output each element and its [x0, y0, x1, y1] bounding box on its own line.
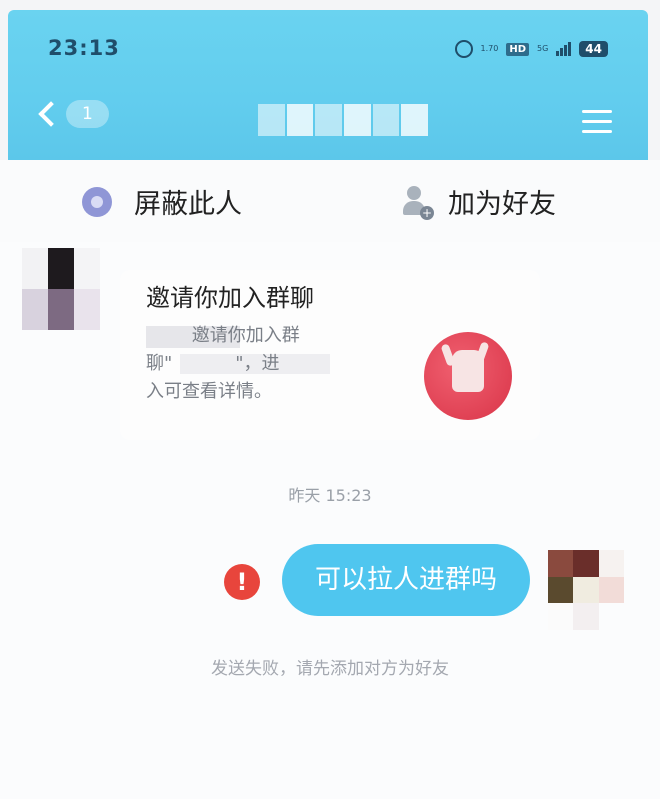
add-friend-icon: + — [402, 185, 434, 220]
add-friend-button[interactable]: + 加为好友 — [402, 182, 556, 221]
net-speed: 1.70 — [480, 44, 499, 53]
error-icon[interactable]: ! — [224, 564, 260, 600]
group-invite-card[interactable]: 邀请你加入群聊 邀请你加入群 聊" "，进 入可查看详情。 — [120, 270, 540, 440]
network-type: 5G — [537, 44, 549, 53]
block-user-button[interactable]: 屏蔽此人 — [82, 182, 242, 221]
chevron-left-icon — [38, 101, 64, 127]
menu-icon[interactable] — [582, 110, 612, 140]
alarm-icon — [454, 40, 473, 58]
chat-area[interactable]: 邀请你加入群聊 邀请你加入群 聊" "，进 入可查看详情。 昨天 15:23 !… — [0, 242, 660, 799]
chat-title-redacted — [258, 104, 429, 136]
back-button[interactable]: 1 — [38, 100, 109, 128]
status-icons: 1.70 HD 5G 44 — [454, 40, 608, 58]
send-failure-notice: 发送失败，请先添加对方为好友 — [211, 659, 449, 679]
hand-icon — [452, 350, 484, 392]
stranger-action-bar: 屏蔽此人 + 加为好友 — [0, 160, 660, 242]
signal-icon — [556, 42, 572, 56]
battery-level: 44 — [579, 41, 608, 57]
hd-badge: HD — [506, 42, 529, 56]
group-avatar — [424, 332, 512, 420]
chat-header: 23:13 1.70 HD 5G 44 1 — [8, 10, 648, 160]
status-time: 23:13 — [48, 36, 120, 60]
block-icon — [82, 186, 112, 217]
invite-title: 邀请你加入群聊 — [146, 284, 314, 312]
unread-count-badge: 1 — [66, 100, 109, 128]
invite-description: 邀请你加入群 聊" "，进 入可查看详情。 — [146, 325, 300, 402]
block-user-label: 屏蔽此人 — [134, 189, 242, 220]
sender-avatar[interactable] — [22, 248, 100, 330]
my-avatar[interactable] — [548, 550, 624, 630]
add-friend-label: 加为好友 — [448, 189, 556, 220]
message-timestamp: 昨天 15:23 — [288, 486, 372, 505]
sent-message-bubble[interactable]: 可以拉人进群吗 — [282, 544, 530, 616]
